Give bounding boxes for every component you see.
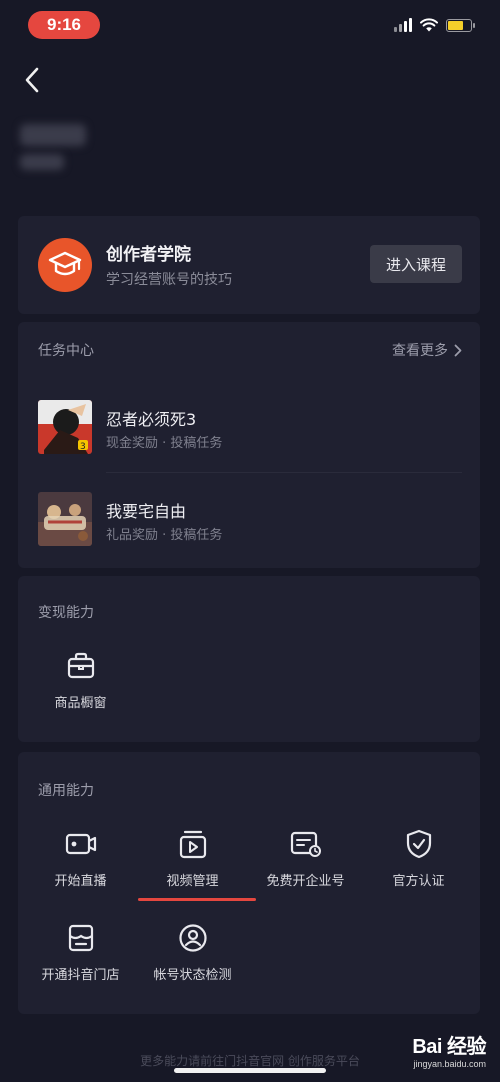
tool-label: 免费开企业号 [266,874,345,889]
academy-title: 创作者学院 [106,245,191,265]
svg-text:3: 3 [80,442,86,452]
signal-icon [394,18,412,32]
tool-shop-window[interactable]: 商品橱窗 [23,650,138,711]
tool-open-store[interactable]: 开通抖音门店 [23,922,138,983]
task-divider [106,472,462,473]
tool-label: 商品橱窗 [54,696,107,711]
blurred-profile-info [20,124,86,170]
back-button[interactable] [16,60,48,100]
task-item-1[interactable]: 3 忍者必须死3 现金奖励 · 投稿任务 [38,400,462,480]
selected-tool-underline [138,898,256,901]
task-thumbnail-home [38,492,92,546]
graduation-cap-icon [38,238,92,292]
status-time: 9:16 [28,11,100,39]
task-meta: 现金奖励 · 投稿任务 [106,436,223,451]
tool-label: 帐号状态检测 [153,968,232,983]
tool-label: 视频管理 [166,874,219,889]
task-item-2[interactable]: 我要宅自由 礼品奖励 · 投稿任务 [38,492,462,572]
tool-account-status[interactable]: 帐号状态检测 [135,922,250,983]
view-more-link[interactable]: 查看更多 [392,340,462,360]
status-icons [394,16,475,34]
watermark-url: jingyan.baidu.com [413,1059,486,1069]
task-meta: 礼品奖励 · 投稿任务 [106,528,223,543]
tool-enterprise-account[interactable]: 免费开企业号 [248,828,363,889]
tool-video-manage[interactable]: 视频管理 [135,828,250,889]
baidu-jingyan-watermark: Bai 经验 jingyan.baidu.com [412,1030,486,1069]
chevron-left-icon [25,67,39,93]
creator-academy-card[interactable]: 创作者学院 学习经营账号的技巧 进入课程 [18,216,480,314]
watermark-logo: Bai 经验 [412,1036,486,1058]
tool-label: 开通抖音门店 [41,968,120,983]
view-more-label: 查看更多 [392,343,448,359]
battery-icon [446,18,475,32]
general-capabilities-card: 通用能力 开始直播 视频管理 免费开企业号 官方认证 开通抖音门店 帐号状态检测 [18,752,480,1014]
chevron-right-icon [454,344,462,356]
enterprise-card-icon [290,828,322,860]
task-name: 忍者必须死3 [106,410,197,429]
enter-course-button[interactable]: 进入课程 [370,245,462,283]
tool-start-live[interactable]: 开始直播 [23,828,138,889]
tool-label: 开始直播 [54,874,107,889]
academy-subtitle: 学习经营账号的技巧 [106,272,232,288]
shield-check-icon [403,828,435,860]
live-camera-icon [65,828,97,860]
video-manage-icon [177,828,209,860]
store-icon [65,922,97,954]
shop-window-icon [65,650,97,682]
general-title: 通用能力 [38,783,94,799]
monetization-title: 变现能力 [38,605,94,621]
tool-label: 官方认证 [392,874,445,889]
task-center-title: 任务中心 [38,343,94,359]
tool-official-verify[interactable]: 官方认证 [361,828,476,889]
task-thumbnail-ninja: 3 [38,400,92,454]
account-check-icon [177,922,209,954]
task-name: 我要宅自由 [106,502,187,521]
task-center-card: 任务中心 查看更多 3 忍者必须死3 现金奖励 · 投稿任务 我要宅自由 礼品奖… [18,322,480,568]
wifi-icon [420,18,438,32]
home-indicator[interactable] [174,1068,326,1073]
monetization-card: 变现能力 商品橱窗 [18,576,480,742]
